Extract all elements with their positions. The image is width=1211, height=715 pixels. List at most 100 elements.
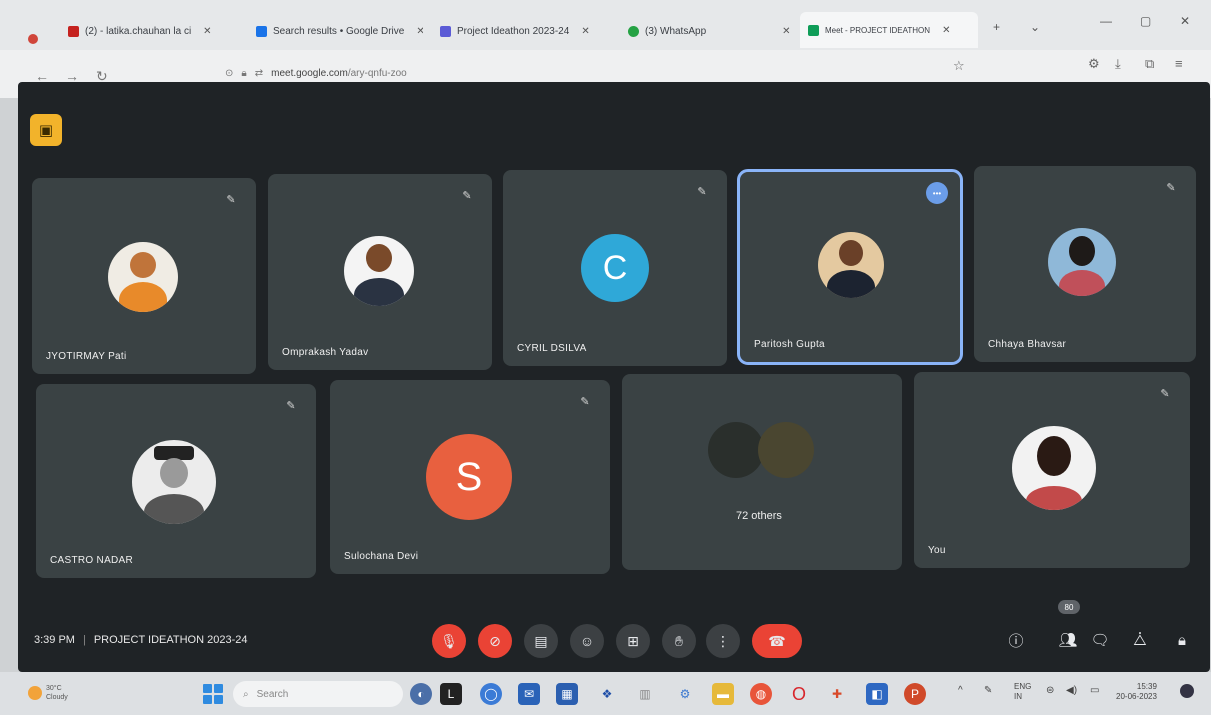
chat-icon[interactable]: 🗨︎ (1086, 626, 1114, 654)
close-icon[interactable]: ✕ (203, 26, 211, 37)
outlook-icon[interactable]: ◧ (866, 683, 888, 705)
meet-icon (808, 24, 819, 36)
mic-off-icon: ✎ (580, 395, 590, 408)
new-tab-icon[interactable]: + (993, 20, 1000, 34)
firefox-icon[interactable]: ◍ (750, 683, 772, 705)
participant-tile[interactable]: ✎ Omprakash Yadav (268, 174, 492, 370)
drive-icon (256, 25, 267, 37)
leave-call-button[interactable]: ☎ (752, 624, 802, 658)
notification-icon[interactable] (1180, 684, 1194, 698)
participant-name: JYOTIRMAY Pati (46, 351, 127, 362)
close-window-icon[interactable]: ✕ (1180, 14, 1190, 28)
star-icon[interactable]: ☆ (953, 58, 965, 74)
participant-tile-speaking[interactable]: ••• Paritosh Gupta (737, 169, 963, 365)
activities-icon[interactable]: ⧊ (1126, 626, 1154, 654)
browser-tab-bar: (2) - latika.chauhan la ci ✕ Search resu… (0, 0, 1211, 50)
app-icon[interactable]: ◐ (410, 683, 432, 705)
close-icon[interactable]: ✕ (782, 26, 790, 37)
language-indicator[interactable]: ENG IN (1014, 682, 1031, 702)
close-icon[interactable]: ✕ (416, 26, 423, 37)
opera-icon[interactable]: O (788, 683, 810, 705)
avatar (108, 242, 178, 312)
maximize-icon[interactable]: ▢ (1140, 14, 1151, 28)
mail-icon[interactable]: ✉ (518, 683, 540, 705)
tab-label: (3) WhatsApp (645, 25, 707, 37)
meeting-title: PROJECT IDEATHON 2023-24 (93, 634, 248, 646)
app-icon[interactable]: L (440, 683, 462, 705)
app-icon[interactable]: ▥ (634, 683, 656, 705)
avatar (132, 440, 216, 524)
mic-off-icon: ✎ (462, 189, 472, 202)
chevron-down-icon[interactable]: ⌄ (1030, 20, 1040, 34)
avatar (758, 422, 814, 478)
close-icon[interactable]: ✕ (942, 25, 950, 36)
taskbar-search[interactable]: ⌕ Search (233, 681, 403, 707)
others-tile[interactable]: 72 others (622, 374, 902, 570)
info-icon[interactable]: ⓘ (1002, 626, 1030, 654)
clock-date: 20-06-2023 (1116, 692, 1157, 701)
raise-hand-button[interactable]: ✋︎ (662, 624, 696, 658)
host-controls-icon[interactable]: ▣ (30, 114, 62, 146)
chat-app-icon[interactable]: ◯ (480, 683, 502, 705)
more-options-button[interactable]: ⋮ (706, 624, 740, 658)
mic-off-icon: ✎ (286, 399, 296, 412)
mic-toggle-button[interactable]: 🎙︎ (432, 624, 466, 658)
participant-tile[interactable]: S ✎ Sulochana Devi (330, 380, 610, 574)
tab-label: (2) - latika.chauhan la ci (85, 25, 192, 37)
participant-tile[interactable]: ✎ Chhaya Bhavsar (974, 166, 1196, 362)
host-lock-icon[interactable]: 🔒︎ (1168, 626, 1196, 654)
windows-taskbar: 30°C Cloudy ⌕ Search ◐ L ◯ ✉ ▦ ❖ ▥ ⚙ ▬ ◍… (0, 672, 1211, 715)
participant-tile[interactable]: C ✎ CYRIL DSILVA (503, 170, 727, 366)
library-icon[interactable]: ⧉ (1145, 56, 1154, 72)
forms-icon (440, 25, 451, 37)
volume-icon[interactable]: ◀) (1066, 686, 1077, 696)
minimize-icon[interactable]: — (1100, 14, 1112, 28)
lang-region: IN (1014, 692, 1022, 701)
powerpoint-icon[interactable]: P (904, 683, 926, 705)
people-icon[interactable]: 👥︎ (1054, 626, 1082, 654)
browser-tab-drive[interactable]: Search results • Google Drive ✕ (248, 16, 423, 46)
extensions-icon[interactable]: ⚙ (1088, 56, 1100, 72)
emoji-reaction-button[interactable]: ☺ (570, 624, 604, 658)
permissions-icon: ⇄ (254, 67, 264, 79)
browser-tab-meet[interactable]: Meet - PROJECT IDEATHON ✕ (800, 12, 978, 48)
menu-dot-icon[interactable] (28, 34, 38, 44)
chevron-up-icon[interactable]: ^ (958, 686, 963, 696)
mic-off-icon: ✎ (697, 185, 707, 198)
wifi-icon[interactable]: ⊜ (1046, 686, 1054, 696)
avatar (818, 232, 884, 298)
hamburger-menu-icon[interactable]: ≡ (1175, 56, 1183, 71)
shield-icon: ⊙ (225, 67, 234, 79)
download-icon[interactable]: ⤓ (1115, 56, 1121, 72)
present-screen-button[interactable]: ⊞ (616, 624, 650, 658)
participant-tile[interactable]: ✎ JYOTIRMAY Pati (32, 178, 256, 374)
browser-tab-whatsapp[interactable]: (3) WhatsApp ✕ (620, 16, 795, 46)
camera-toggle-button[interactable]: ⊘ (478, 624, 512, 658)
browser-tab-forms[interactable]: Project Ideathon 2023-24 ✕ (432, 16, 612, 46)
meet-control-bar: 3:39 PM | PROJECT IDEATHON 2023-24 🎙︎ ⊘ … (18, 586, 1210, 672)
battery-icon[interactable]: ▭ (1090, 686, 1099, 696)
app-icon[interactable]: ✚ (826, 683, 848, 705)
weather-temp: 30°C (46, 685, 62, 692)
clock[interactable]: 15:39 20-06-2023 (1116, 682, 1157, 702)
participant-name: You (928, 545, 946, 556)
gmail-icon (68, 25, 79, 37)
weather-widget[interactable]: 30°C Cloudy (28, 684, 68, 702)
participant-tile[interactable]: ✎ CASTRO NADAR (36, 384, 316, 578)
store-icon[interactable]: ▦ (556, 683, 578, 705)
search-icon: ⌕ (243, 688, 249, 700)
close-icon[interactable]: ✕ (581, 26, 589, 37)
file-explorer-icon[interactable]: ▬ (712, 683, 734, 705)
participant-name: CYRIL DSILVA (517, 343, 587, 354)
browser-tab-gmail[interactable]: (2) - latika.chauhan la ci ✕ (60, 16, 240, 46)
settings-icon[interactable]: ⚙ (674, 683, 696, 705)
dropbox-icon[interactable]: ❖ (596, 683, 618, 705)
tab-label: Project Ideathon 2023-24 (457, 25, 570, 37)
windows-start-icon[interactable] (203, 684, 223, 704)
avatar (1012, 426, 1096, 510)
participant-tile-self[interactable]: ✎ You (914, 372, 1190, 568)
separator: | (82, 634, 86, 646)
captions-button[interactable]: ▤ (524, 624, 558, 658)
speaking-indicator-icon: ••• (926, 182, 948, 204)
pen-icon[interactable]: ✎ (984, 686, 992, 696)
